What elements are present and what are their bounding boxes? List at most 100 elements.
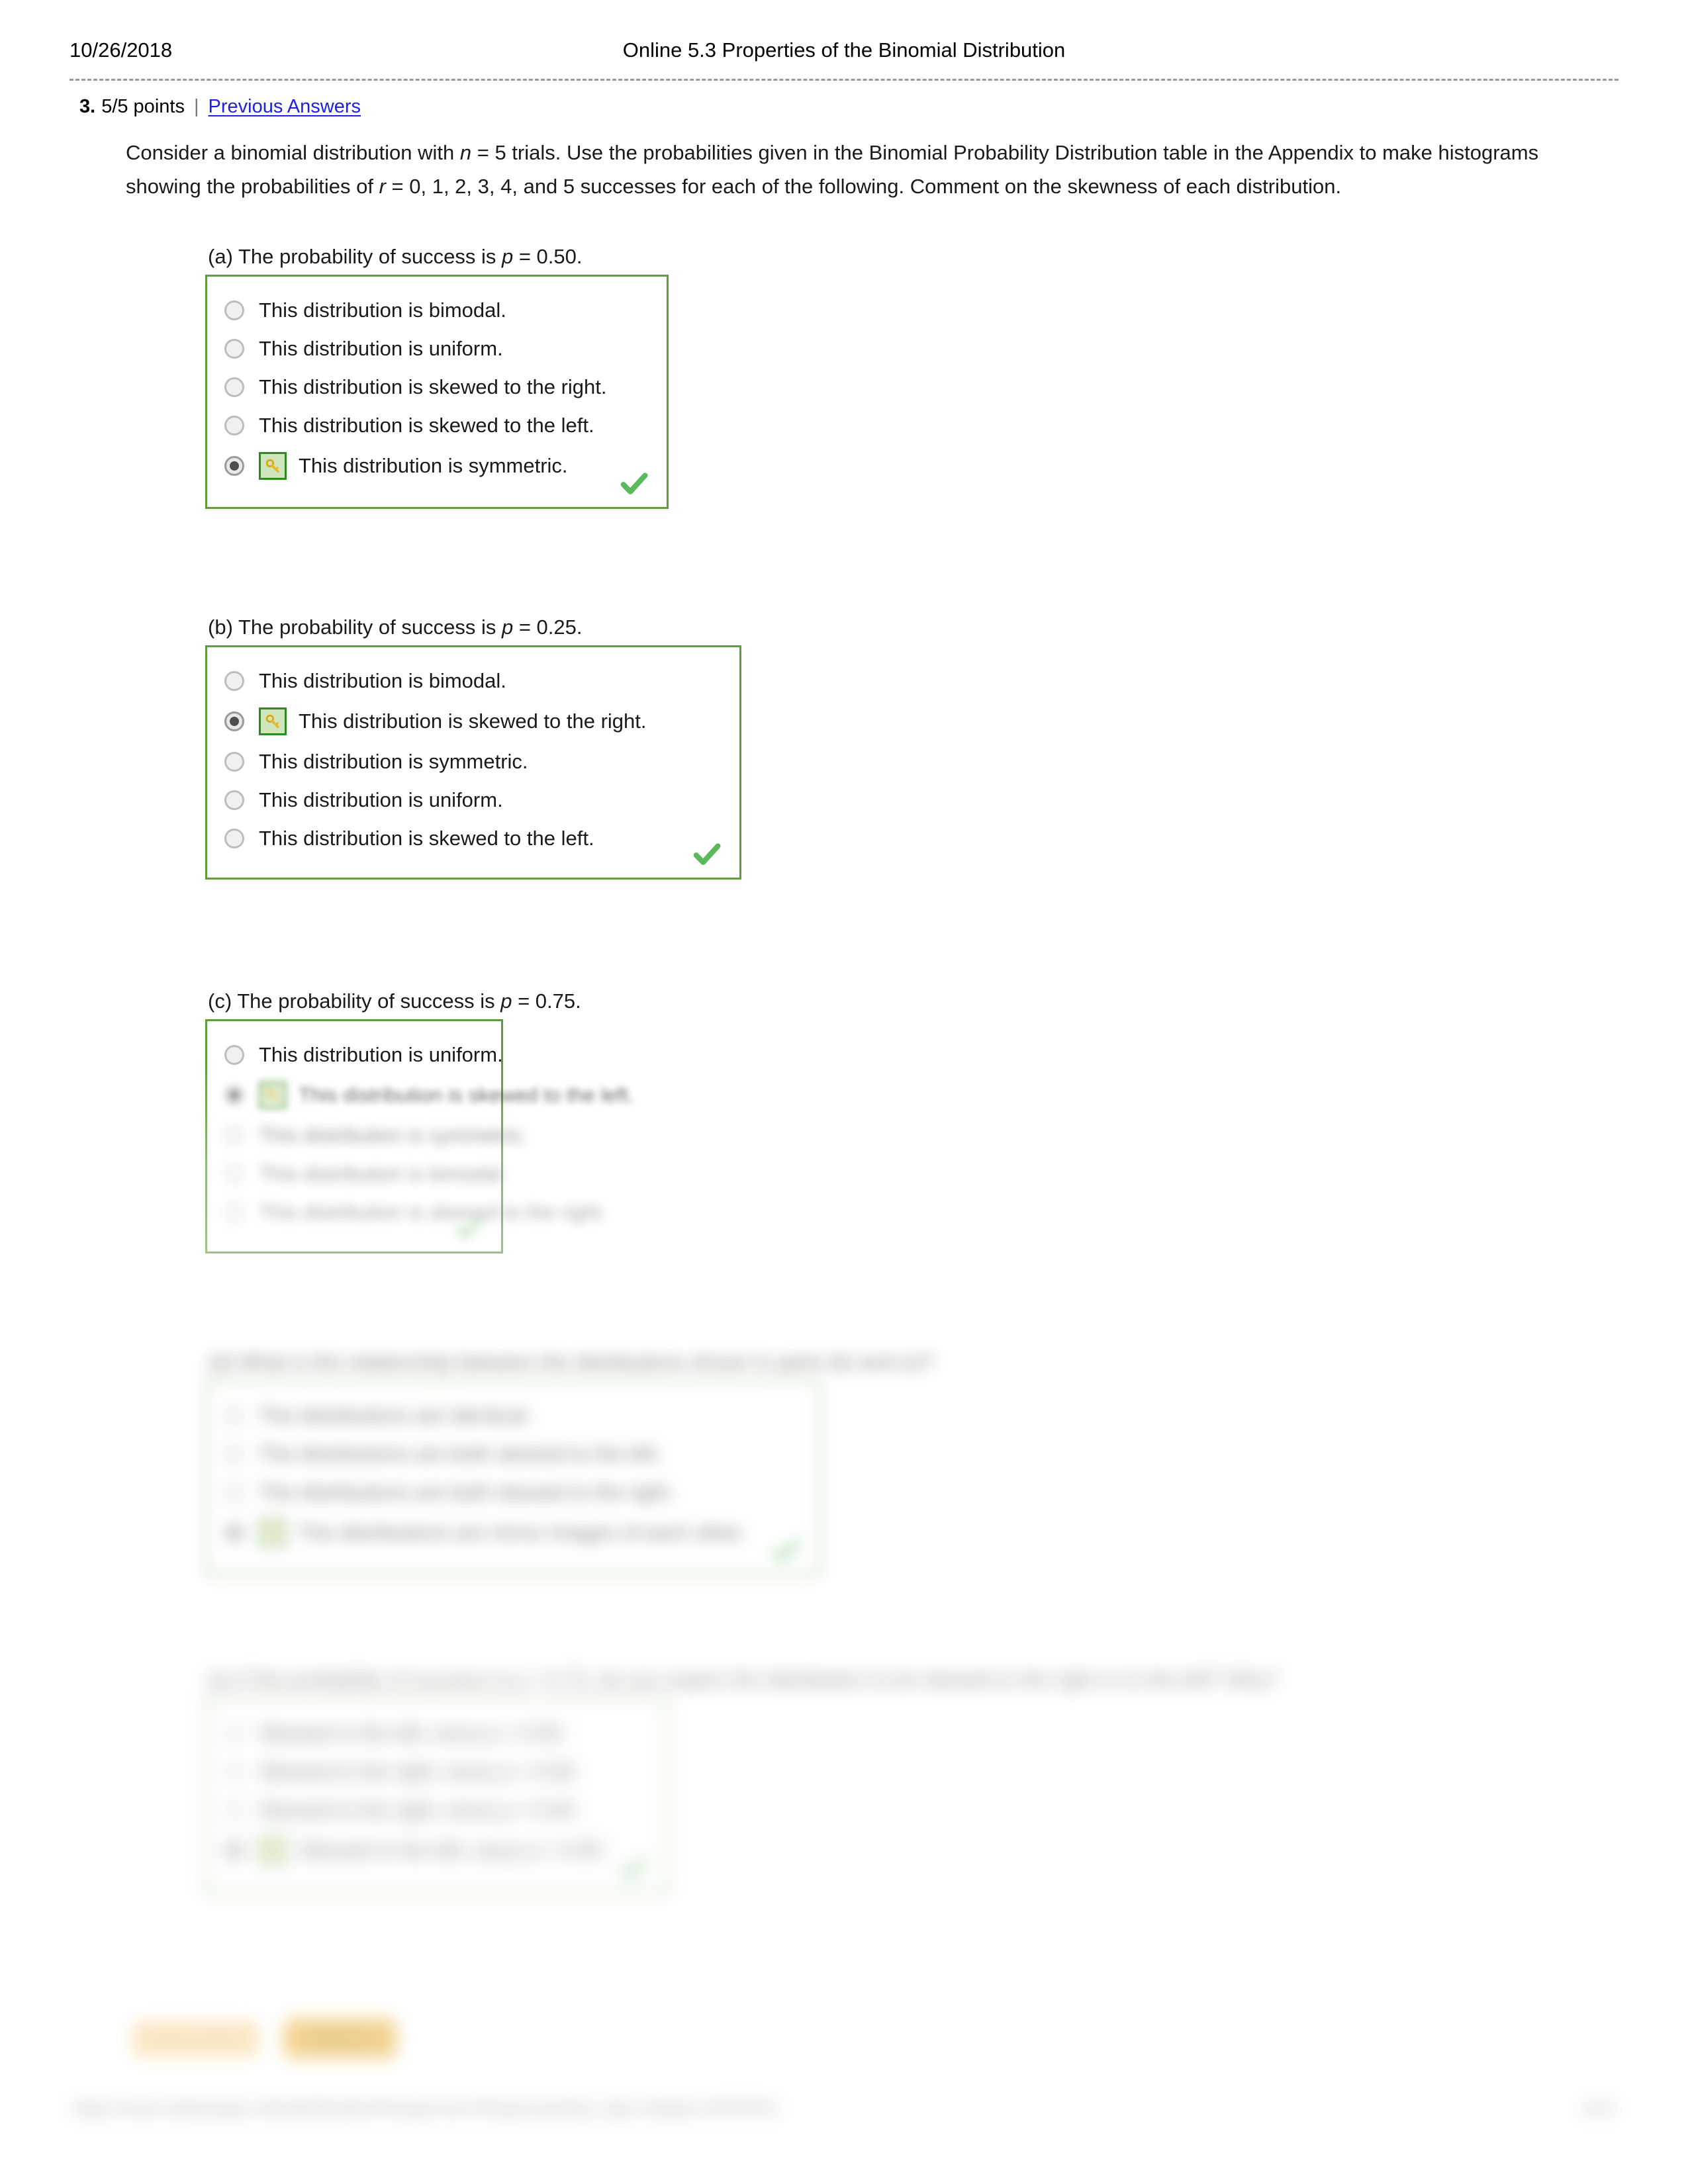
radio-button[interactable] (224, 711, 244, 731)
part-a-label: (a) The probability of success is p = 0.… (205, 245, 669, 269)
part-c-label: (c) The probability of success is p = 0.… (205, 989, 728, 1013)
radio-button[interactable] (224, 339, 244, 359)
radio-button[interactable] (224, 1482, 244, 1502)
part-e-label: (e) If the probability of success is p =… (205, 1668, 1397, 1692)
key-icon (259, 707, 287, 735)
option-label: This distribution is bimodal. (259, 298, 506, 322)
radio-button[interactable] (224, 671, 244, 691)
radio-button[interactable] (224, 1723, 244, 1743)
check-icon (692, 839, 722, 870)
option-row[interactable]: This distribution is bimodal. (207, 291, 667, 330)
option-row-selected[interactable]: This distribution is skewed to the left. (207, 1074, 634, 1116)
problem-number: 3. (79, 96, 96, 117)
part-e-answer-box: Skewed to the left, since p < 0.50 Skewe… (205, 1698, 669, 1893)
question-part-a: (a) The probability of success is p = 0.… (205, 245, 669, 509)
radio-button[interactable] (224, 416, 244, 435)
check-icon (771, 1535, 802, 1566)
option-label: Skewed to the right, since p > 0.50 (259, 1760, 575, 1783)
print-header: 10/26/2018 Online 5.3 Properties of the … (70, 38, 1618, 69)
radio-button[interactable] (224, 1126, 244, 1146)
option-label: The distributions are identical. (259, 1404, 532, 1427)
radio-button[interactable] (224, 1406, 244, 1426)
option-row-selected[interactable]: This distribution is skewed to the right… (207, 700, 739, 743)
check-icon (619, 469, 649, 499)
option-row[interactable]: Skewed to the right, since p > 0.50 (207, 1752, 667, 1791)
radio-button[interactable] (224, 456, 244, 476)
part-c-label-post: = 0.75. (512, 989, 581, 1013)
option-label: Skewed to the left, since p > 0.50 (299, 1839, 602, 1862)
radio-button[interactable] (224, 1444, 244, 1464)
part-d-label: (d) What is the relationship between the… (205, 1350, 1066, 1374)
radio-button[interactable] (224, 752, 244, 772)
part-b-label-post: = 0.25. (513, 615, 583, 639)
option-label: This distribution is symmetric. (259, 1124, 528, 1147)
option-row[interactable]: This distribution is skewed to the left. (207, 406, 667, 445)
option-row[interactable]: This distribution is bimodal. (207, 662, 739, 700)
part-a-label-pre: (a) The probability of success is (208, 245, 502, 268)
part-b-label: (b) The probability of success is p = 0.… (205, 615, 741, 639)
radio-button[interactable] (224, 1800, 244, 1820)
option-label: Skewed to the left, since p < 0.50 (259, 1721, 562, 1745)
radio-button[interactable] (224, 377, 244, 397)
option-label: This distribution is uniform. (259, 1043, 503, 1066)
option-label: The distributions are both skewed to the… (259, 1480, 675, 1504)
key-icon (259, 1519, 287, 1547)
problem-meta: 3. 5/5 points | Previous Answers (79, 96, 361, 118)
radio-button[interactable] (224, 1762, 244, 1782)
option-row[interactable]: The distributions are both skewed to the… (207, 1473, 819, 1512)
option-row[interactable]: Skewed to the right, since p < 0.50 (207, 1791, 667, 1829)
question-stem: Consider a binomial distribution with n … (126, 136, 1575, 203)
part-a-answer-box: This distribution is bimodal. This distr… (205, 275, 669, 509)
stem-var-r: r (379, 175, 386, 198)
need-help-button[interactable]: Need Help? (132, 2020, 259, 2057)
option-row[interactable]: The distributions are identical. (207, 1396, 819, 1435)
radio-button[interactable] (224, 1164, 244, 1184)
option-label: This distribution is skewed to the right… (259, 1201, 607, 1224)
check-icon (619, 1853, 649, 1884)
option-label: This distribution is uniform. (259, 788, 503, 811)
option-row[interactable]: This distribution is uniform. (207, 330, 667, 368)
option-row[interactable]: This distribution is uniform. (207, 1036, 503, 1074)
option-row[interactable]: This distribution is bimodal. (207, 1155, 506, 1193)
option-row-selected[interactable]: This distribution is symmetric. (207, 445, 667, 487)
option-row[interactable]: This distribution is skewed to the right… (207, 368, 667, 406)
question-part-e: (e) If the probability of success is p =… (205, 1668, 1397, 1893)
option-row[interactable]: This distribution is skewed to the left. (207, 819, 739, 858)
radio-button[interactable] (224, 790, 244, 810)
action-row: Need Help? Read It (132, 2019, 397, 2058)
question-part-d: (d) What is the relationship between the… (205, 1350, 1066, 1576)
key-icon (259, 1837, 287, 1864)
key-icon (259, 452, 287, 480)
option-row-selected[interactable]: Skewed to the left, since p > 0.50 (207, 1829, 667, 1872)
option-row[interactable]: The distributions are both skewed to the… (207, 1435, 819, 1473)
option-row[interactable]: This distribution is symmetric. (207, 1116, 528, 1155)
page-title: Online 5.3 Properties of the Binomial Di… (622, 38, 1066, 62)
read-it-button[interactable]: Read It (283, 2019, 397, 2058)
radio-button[interactable] (224, 829, 244, 848)
radio-button[interactable] (224, 300, 244, 320)
radio-button[interactable] (224, 1841, 244, 1860)
part-a-label-var: p (501, 245, 514, 268)
part-e-label-pre: (e) If the probability of success is p =… (208, 1668, 1279, 1691)
header-divider (70, 79, 1618, 81)
option-label: This distribution is uniform. (259, 337, 503, 360)
previous-answers-link[interactable]: Previous Answers (209, 96, 361, 118)
radio-button[interactable] (224, 1203, 244, 1222)
radio-button[interactable] (224, 1085, 244, 1105)
footer-page-number: 2/12 (1581, 2098, 1615, 2118)
radio-button[interactable] (224, 1523, 244, 1543)
question-part-c: (c) The probability of success is p = 0.… (205, 989, 728, 1253)
option-row[interactable]: This distribution is symmetric. (207, 743, 739, 781)
option-label: This distribution is symmetric. (259, 750, 528, 773)
question-part-b: (b) The probability of success is p = 0.… (205, 615, 741, 880)
radio-button[interactable] (224, 1045, 244, 1065)
part-b-label-var: p (501, 615, 514, 639)
option-label: This distribution is skewed to the right… (259, 375, 607, 398)
stem-part-3: = 0, 1, 2, 3, 4, and 5 successes for eac… (385, 175, 1342, 198)
points-earned: 5/5 points (101, 96, 185, 117)
option-row-selected[interactable]: The distributions are mirror images of e… (207, 1512, 819, 1554)
part-c-label-var: p (500, 989, 512, 1013)
option-row[interactable]: Skewed to the left, since p < 0.50 (207, 1714, 667, 1752)
option-row[interactable]: This distribution is uniform. (207, 781, 739, 819)
option-label: Skewed to the right, since p < 0.50 (259, 1798, 575, 1821)
